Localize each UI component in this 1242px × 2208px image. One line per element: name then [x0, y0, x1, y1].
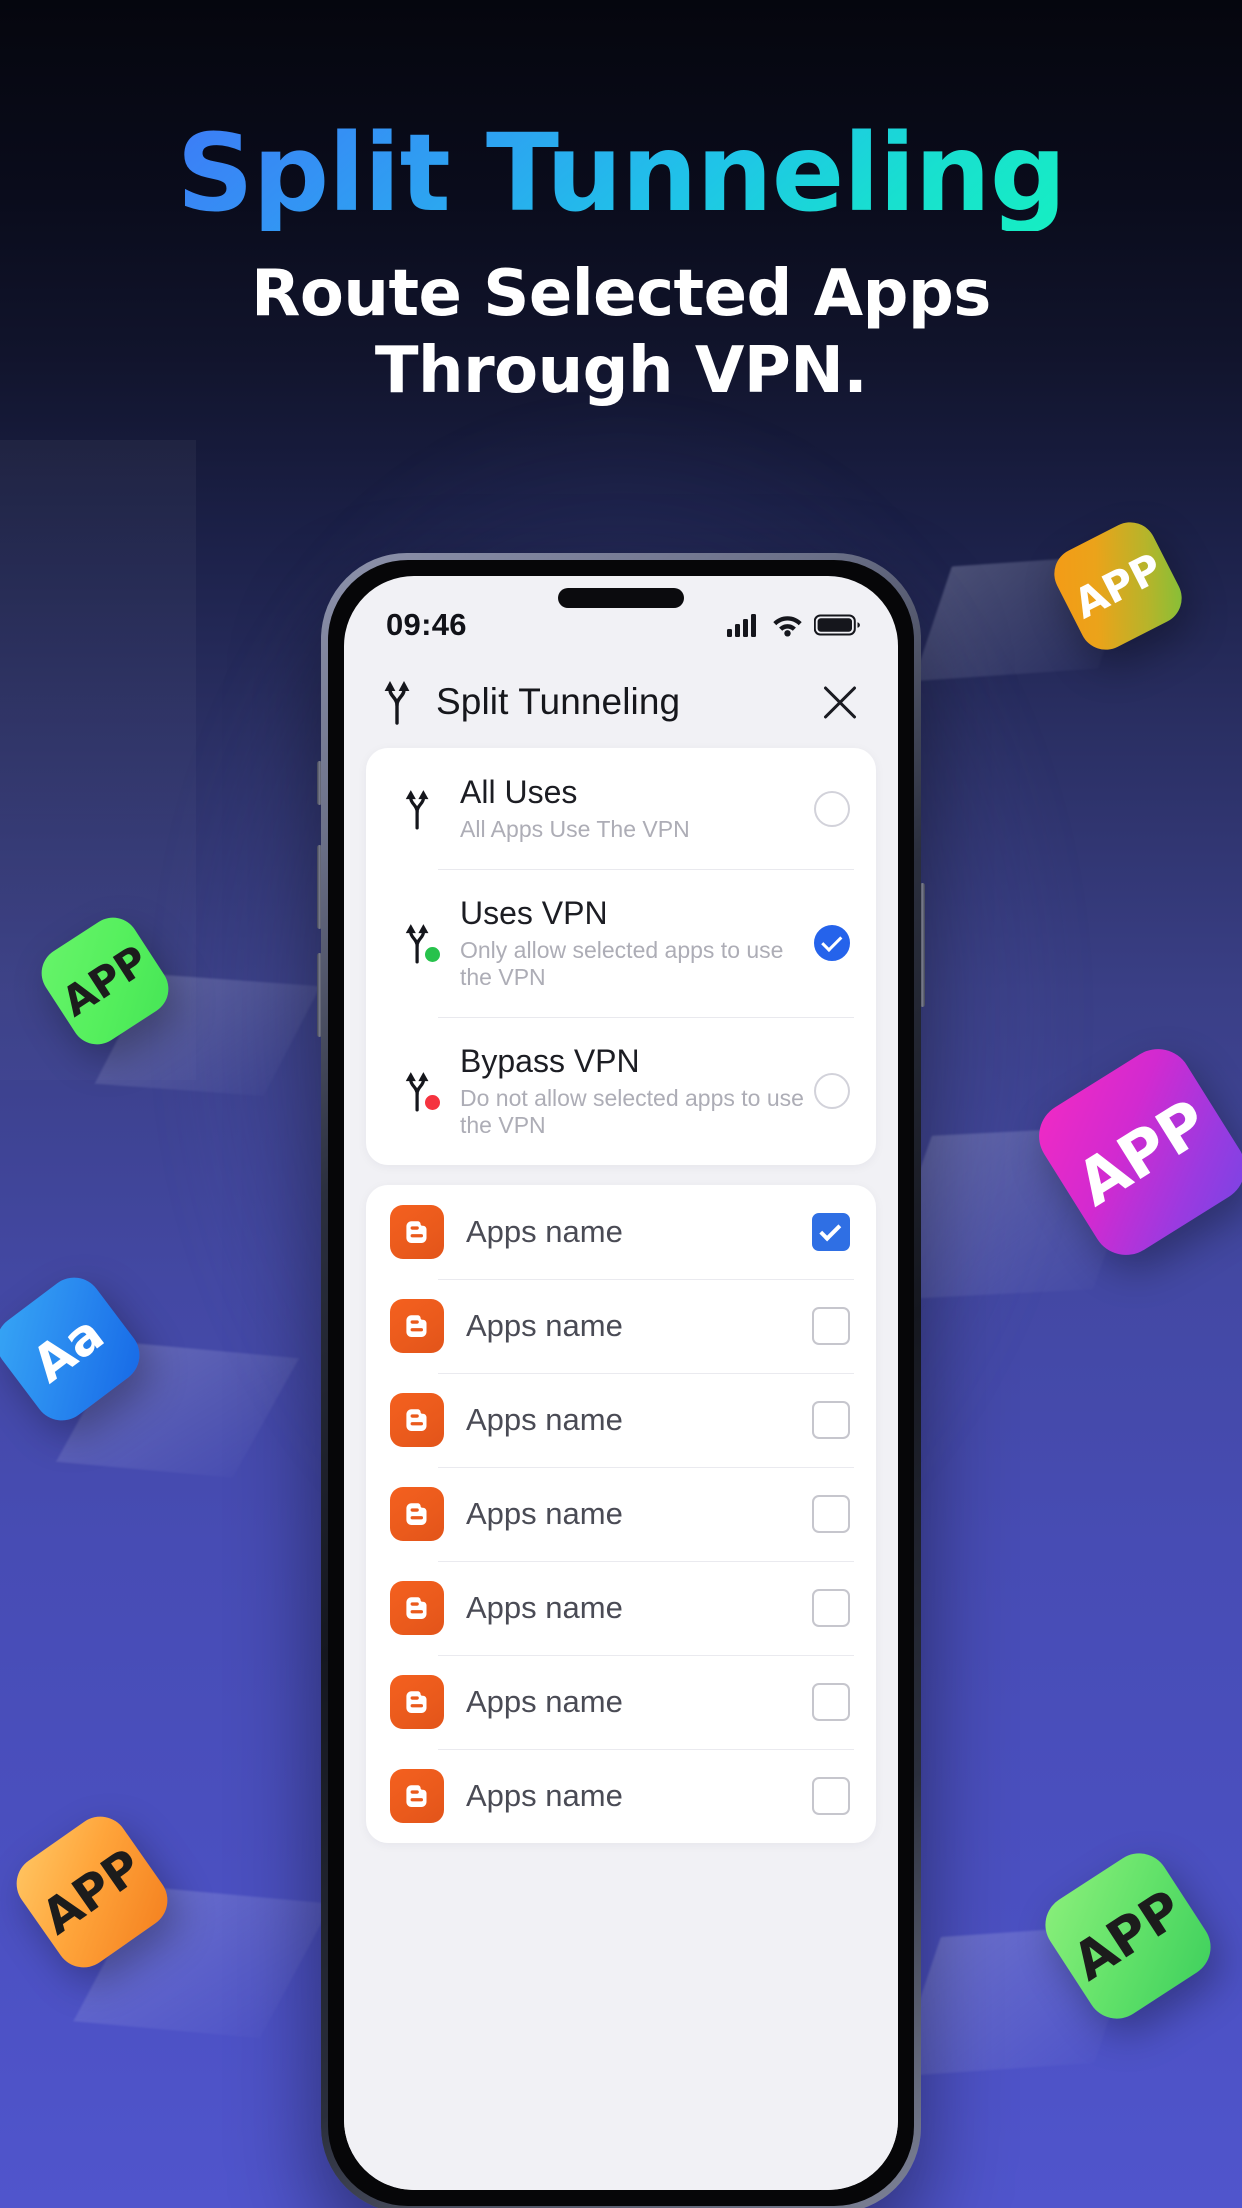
divider [438, 1749, 854, 1750]
blogger-app-icon [390, 1487, 444, 1541]
app-header-title: Split Tunneling [436, 681, 681, 722]
app-checkbox[interactable] [812, 1777, 850, 1815]
app-list-item-name: Apps name [466, 1778, 623, 1813]
floating-tile-label: APP [1063, 1084, 1221, 1220]
mode-radio-all-uses[interactable] [814, 790, 850, 827]
blogger-app-icon [390, 1299, 444, 1353]
blogger-app-icon [390, 1393, 444, 1447]
app-checkbox[interactable] [812, 1683, 850, 1721]
divider [438, 1373, 854, 1374]
mode-option-bypass-vpn[interactable]: Bypass VPN Do not allow selected apps to… [366, 1017, 876, 1165]
wifi-icon [773, 616, 802, 637]
phone-mockup: 09:46 Split Tunneling All Uses All Apps … [317, 553, 925, 2208]
floating-tile-label: Aa [21, 1304, 115, 1394]
blogger-app-icon [390, 1675, 444, 1729]
blogger-glyph-icon [406, 1785, 427, 1807]
blogger-app-icon [390, 1769, 444, 1823]
split-tunnel-icon-wrap [390, 788, 446, 830]
floating-tile-label: APP [31, 1838, 153, 1946]
phone-frame: 09:46 Split Tunneling All Uses All Apps … [321, 553, 921, 2208]
app-list-item[interactable]: Apps name [366, 1373, 876, 1467]
app-list-item-name: Apps name [466, 1402, 623, 1437]
app-checkbox[interactable] [812, 1213, 850, 1251]
mode-option-title: Bypass VPN [460, 1043, 640, 1079]
app-list-item[interactable]: Apps name [366, 1279, 876, 1373]
blogger-glyph-icon [406, 1597, 427, 1619]
mode-option-text: All Uses All Apps Use The VPN [446, 774, 814, 843]
battery-icon [814, 614, 860, 636]
blogger-glyph-icon [406, 1221, 427, 1243]
split-tunnel-icon [384, 681, 410, 725]
divider [438, 1279, 854, 1280]
mode-option-uses-vpn[interactable]: Uses VPN Only allow selected apps to use… [366, 869, 876, 1017]
cellular-signal-icon [727, 614, 756, 637]
app-header: Split Tunneling [344, 650, 898, 748]
split-tunnel-icon [405, 789, 429, 830]
promo-headlines: Split Tunneling Route Selected Apps Thro… [0, 112, 1242, 408]
blogger-app-icon [390, 1205, 444, 1259]
blogger-glyph-icon [406, 1691, 427, 1713]
app-list-item-name: Apps name [466, 1496, 623, 1531]
app-list-item[interactable]: Apps name [366, 1561, 876, 1655]
mode-option-text: Bypass VPN Do not allow selected apps to… [446, 1043, 814, 1139]
divider [438, 1655, 854, 1656]
app-list-item[interactable]: Apps name [366, 1185, 876, 1279]
divider [438, 1561, 854, 1562]
mode-radio-bypass-vpn[interactable] [814, 1073, 850, 1109]
app-list-item-name: Apps name [466, 1684, 623, 1719]
promo-subtitle-line2: Through VPN. [374, 333, 868, 408]
split-tunnel-icon-wrap [390, 922, 446, 964]
blogger-glyph-icon [406, 1315, 427, 1337]
mode-selection-card: All Uses All Apps Use The VPN Uses VPN O… [366, 748, 876, 1165]
phone-bezel: 09:46 Split Tunneling All Uses All Apps … [328, 560, 914, 2206]
blogger-app-icon [390, 1581, 444, 1635]
app-checkbox[interactable] [812, 1401, 850, 1439]
app-list-item[interactable]: Apps name [366, 1655, 876, 1749]
split-tunnel-icon-wrap [390, 1070, 446, 1112]
status-bar-time: 09:46 [386, 607, 467, 642]
status-dot-block [425, 1095, 440, 1110]
mode-radio-uses-vpn[interactable] [814, 925, 850, 961]
floating-tile-label: APP [53, 935, 157, 1027]
status-bar-icons [727, 613, 860, 637]
promo-subtitle-line1: Route Selected Apps [251, 257, 991, 332]
status-dot-allow [425, 947, 440, 962]
divider [438, 1017, 854, 1018]
mode-option-text: Uses VPN Only allow selected apps to use… [446, 895, 814, 991]
apps-list-card: Apps name Apps name Apps name Apps name … [366, 1185, 876, 1843]
mode-option-desc: Only allow selected apps to use the VPN [460, 937, 784, 990]
mode-option-desc: Do not allow selected apps to use the VP… [460, 1085, 804, 1138]
app-viewport: 09:46 Split Tunneling All Uses All Apps … [344, 576, 898, 2190]
app-header-left: Split Tunneling [378, 679, 816, 725]
app-checkbox[interactable] [812, 1495, 850, 1533]
blogger-glyph-icon [406, 1409, 427, 1431]
promo-canvas: Split Tunneling Route Selected Apps Thro… [0, 0, 1242, 2208]
mode-option-desc: All Apps Use The VPN [460, 816, 690, 842]
phone-notch [558, 588, 684, 608]
mode-option-title: Uses VPN [460, 895, 608, 931]
mode-option-title: All Uses [460, 774, 578, 810]
floating-tile-label: APP [1066, 543, 1170, 629]
app-list-item-name: Apps name [466, 1590, 623, 1625]
app-list-item-name: Apps name [466, 1214, 623, 1249]
phone-screen: 09:46 Split Tunneling All Uses All Apps … [344, 576, 898, 2190]
floating-tile-label: APP [1062, 1879, 1194, 1993]
close-icon[interactable] [816, 678, 864, 726]
app-checkbox[interactable] [812, 1589, 850, 1627]
mode-option-all-uses[interactable]: All Uses All Apps Use The VPN [366, 748, 876, 869]
blogger-glyph-icon [406, 1503, 427, 1525]
app-list-item-name: Apps name [466, 1308, 623, 1343]
app-checkbox[interactable] [812, 1307, 850, 1345]
app-list-item[interactable]: Apps name [366, 1467, 876, 1561]
app-list-item[interactable]: Apps name [366, 1749, 876, 1843]
divider [438, 1467, 854, 1468]
divider [438, 869, 854, 870]
promo-title: Split Tunneling [176, 112, 1067, 236]
